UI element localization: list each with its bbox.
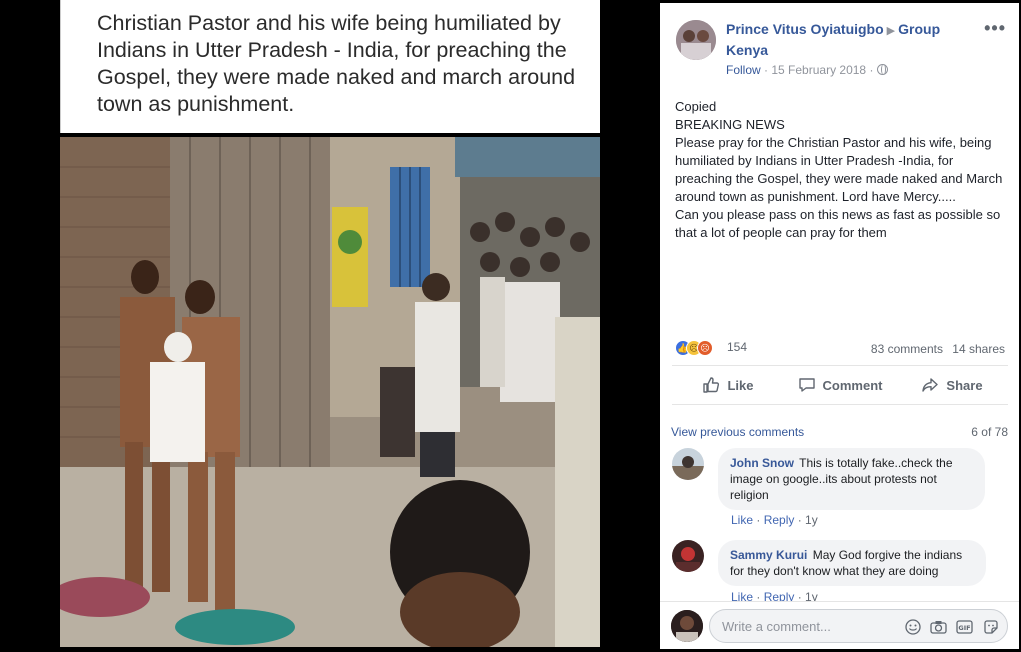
comment-author[interactable]: Sammy Kurui (730, 548, 807, 562)
reaction-icons[interactable]: 👍☹ ☹ (675, 340, 713, 358)
reactions-bar: 👍☹ ☹ 154 83 comments 14 shares (675, 338, 1005, 358)
author-line: Prince Vitus Oyiatuigbo ▶ Group Kenya (726, 20, 956, 60)
comment-author[interactable]: John Snow (730, 456, 794, 470)
post-panel: Prince Vitus Oyiatuigbo ▶ Group Kenya Foll… (660, 3, 1019, 649)
post-meta: Prince Vitus Oyiatuigbo ▶ Group Kenya Foll… (726, 20, 956, 77)
author-name[interactable]: Prince Vitus Oyiatuigbo (726, 21, 884, 37)
post-line-1: Copied (675, 99, 717, 114)
comment-bubble: Sammy Kurui May God forgive the indians … (718, 540, 986, 586)
commenter-avatar-image (672, 448, 704, 480)
globe-icon (876, 64, 888, 75)
reaction-count[interactable]: 154 (727, 340, 747, 354)
comment-button-label: Comment (822, 377, 883, 393)
photo-illustration (60, 137, 600, 647)
comment-reply-link[interactable]: Reply (764, 513, 795, 527)
post-photo[interactable] (60, 137, 600, 647)
comment-item: John Snow This is totally fake..check th… (672, 448, 1008, 528)
meta-separator-2: · (869, 63, 874, 77)
comments-page-count: 6 of 78 (971, 425, 1008, 439)
comments-count[interactable]: 83 comments (871, 342, 943, 356)
current-user-avatar-image (671, 610, 703, 642)
post-subline: Follow · 15 February 2018 · (726, 63, 956, 77)
like-button[interactable]: Like (672, 366, 784, 404)
emoji-icon[interactable] (904, 618, 921, 635)
comment-actions: Like · Reply · 1y (731, 513, 818, 527)
share-button[interactable]: Share (896, 366, 1008, 404)
post-body: Copied BREAKING NEWS Please pray for the… (675, 98, 1005, 242)
comment-input-placeholder: Write a comment... (722, 619, 831, 634)
post-header: Prince Vitus Oyiatuigbo ▶ Group Kenya Foll… (676, 18, 1006, 78)
photo-viewer: Christian Pastor and his wife being humi… (0, 0, 660, 652)
share-arrow-icon (922, 378, 939, 392)
post-line-2: BREAKING NEWS (675, 117, 785, 132)
comment-button[interactable]: Comment (784, 366, 896, 404)
post-line-4: Can you please pass on this news as fast… (675, 207, 1001, 240)
camera-icon[interactable] (930, 618, 947, 635)
post-line-3: Please pray for the Christian Pastor and… (675, 135, 1003, 204)
meta-separator: · (764, 63, 769, 77)
share-button-label: Share (946, 377, 983, 393)
image-caption-box: Christian Pastor and his wife being humi… (60, 0, 600, 133)
author-avatar[interactable] (676, 20, 716, 60)
comment-composer: Write a comment... GIF (660, 601, 1019, 649)
previous-comments-row: View previous comments 6 of 78 (671, 425, 1008, 439)
more-options-icon[interactable]: ••• (984, 18, 1006, 39)
current-user-avatar[interactable] (671, 610, 703, 642)
comments-section: View previous comments 6 of 78 John Snow… (660, 408, 1019, 604)
commenter-avatar[interactable] (672, 448, 704, 480)
sticker-icon[interactable] (982, 618, 999, 635)
comment-item: Sammy Kurui May God forgive the indians … (672, 540, 1008, 604)
angry-reaction-icon: ☹ (697, 340, 713, 356)
comment-bubble: John Snow This is totally fake..check th… (718, 448, 985, 510)
gif-icon[interactable]: GIF (956, 618, 973, 635)
commenter-avatar-image (672, 540, 704, 572)
post-date[interactable]: 15 February 2018 (771, 63, 866, 77)
comment-input[interactable]: Write a comment... GIF (709, 609, 1008, 643)
view-previous-comments-link[interactable]: View previous comments (671, 425, 804, 439)
caret-right-icon: ▶ (886, 25, 896, 37)
action-bar: Like Comment Share (672, 365, 1008, 405)
commenter-avatar[interactable] (672, 540, 704, 572)
follow-link[interactable]: Follow (726, 63, 761, 77)
composer-icons: GIF (904, 618, 999, 635)
engagement-counts: 83 comments 14 shares (865, 342, 1005, 356)
comment-age[interactable]: 1y (805, 513, 818, 527)
shares-count[interactable]: 14 shares (952, 342, 1005, 356)
image-caption-text: Christian Pastor and his wife being humi… (97, 11, 576, 116)
thumbs-up-icon (703, 377, 720, 393)
speech-bubble-icon (798, 378, 815, 392)
author-avatar-image (676, 20, 716, 60)
svg-text:GIF: GIF (958, 624, 970, 632)
comment-like-link[interactable]: Like (731, 513, 753, 527)
like-button-label: Like (727, 377, 754, 393)
